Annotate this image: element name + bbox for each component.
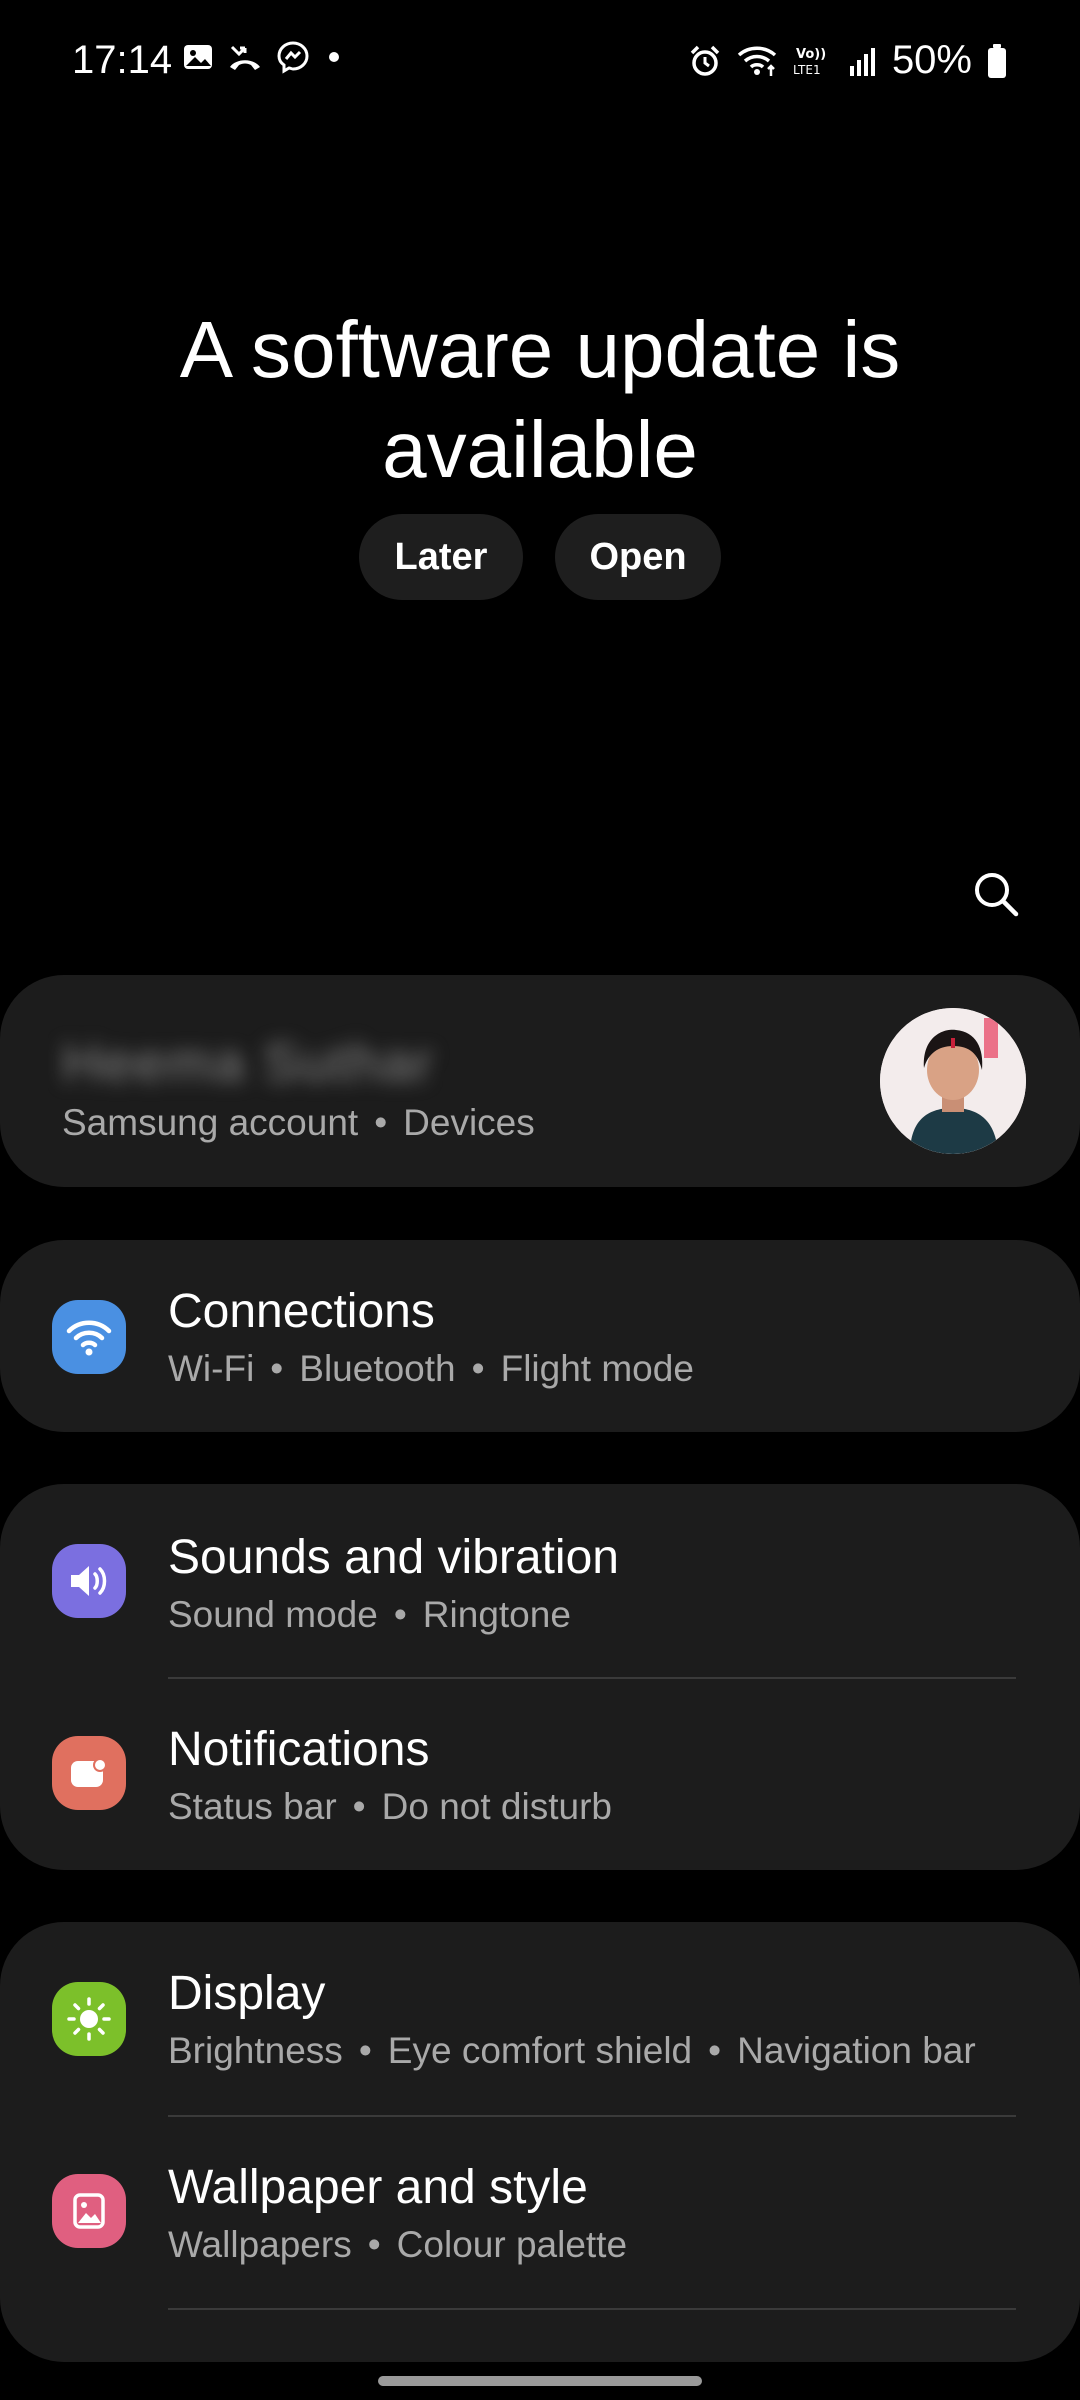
wallpaper-subtitle: Wallpapers • Colour palette <box>168 2224 628 2265</box>
connections-title: Connections <box>168 1285 435 1338</box>
wifi-icon <box>736 44 778 78</box>
display-sub-eye-comfort: Eye comfort shield <box>387 2030 693 2071</box>
settings-item-themes[interactable]: Themes <box>0 2310 1080 2362</box>
settings-item-display[interactable]: Display Brightness • Eye comfort shield • Na… <box>0 1922 1080 2114</box>
brightness-icon <box>52 1982 126 2056</box>
sounds-subtitle: Sound mode • Ringtone <box>168 1594 571 1635</box>
update-actions: Later Open <box>0 514 1080 600</box>
messenger-icon <box>276 40 310 74</box>
battery-icon <box>986 43 1008 79</box>
connections-sub-bluetooth: Bluetooth <box>299 1348 456 1389</box>
notifications-sub-statusbar: Status bar <box>168 1786 337 1827</box>
battery-percent: 50% <box>891 38 972 82</box>
status-left-icons <box>182 40 344 74</box>
status-time: 17:14 <box>72 38 173 82</box>
notification-icon <box>52 1736 126 1810</box>
notifications-title: Notifications <box>168 1723 430 1776</box>
notifications-subtitle: Status bar • Do not disturb <box>168 1786 612 1827</box>
search-icon <box>975 873 1019 917</box>
volte-icon: Vo)) LTE1 <box>792 44 834 78</box>
signal-icon <box>848 44 878 78</box>
account-name: Heema Suthar <box>62 1033 435 1093</box>
wallpaper-sub-palette: Colour palette <box>396 2224 628 2265</box>
alarm-icon <box>688 44 722 78</box>
search-button[interactable] <box>960 858 1032 930</box>
sounds-sub-mode: Sound mode <box>168 1594 378 1635</box>
svg-text:Vo)): Vo)) <box>796 47 826 62</box>
themes-title: Themes <box>168 2354 341 2362</box>
dot-icon <box>324 41 344 73</box>
missed-call-icon <box>228 41 262 73</box>
avatar[interactable] <box>880 1008 1026 1154</box>
later-button[interactable]: Later <box>359 514 523 600</box>
sounds-title: Sounds and vibration <box>168 1531 619 1584</box>
display-title: Display <box>168 1967 326 2020</box>
open-button[interactable]: Open <box>555 514 721 600</box>
settings-item-sounds[interactable]: Sounds and vibration Sound mode • Ringtone <box>0 1484 1080 1676</box>
account-subtitle: Samsung account • Devices <box>62 1102 535 1143</box>
connections-sub-wifi: Wi-Fi <box>168 1348 255 1389</box>
wallpaper-icon <box>52 2174 126 2248</box>
notifications-sub-dnd: Do not disturb <box>381 1786 612 1827</box>
update-title-line1: A software update is <box>179 305 901 394</box>
speaker-icon <box>52 1544 126 1618</box>
connections-icon <box>52 1300 126 1374</box>
svg-text:LTE1: LTE1 <box>793 63 821 77</box>
wallpaper-sub-wallpapers: Wallpapers <box>168 2224 352 2265</box>
wallpaper-title: Wallpaper and style <box>168 2161 588 2214</box>
settings-item-connections[interactable]: Connections Wi-Fi • Bluetooth • Flight mode <box>0 1240 1080 1432</box>
status-bar: 17:14 Vo)) LTE1 50% <box>0 0 1080 120</box>
display-subtitle: Brightness • Eye comfort shield • Navigation… <box>168 2030 976 2071</box>
sounds-sub-ringtone: Ringtone <box>422 1594 571 1635</box>
account-sub-devices: Devices <box>403 1102 535 1143</box>
settings-item-notifications[interactable]: Notifications Status bar • Do not disturb <box>0 1678 1080 1870</box>
display-sub-brightness: Brightness <box>168 2030 343 2071</box>
account-sub-samsung: Samsung account <box>62 1102 359 1143</box>
home-indicator[interactable] <box>378 2376 702 2386</box>
status-right-icons: Vo)) LTE1 50% <box>688 38 1008 83</box>
gallery-icon <box>182 41 214 73</box>
display-wallpaper-card: Display Brightness • Eye comfort shield • Na… <box>0 1922 1080 2362</box>
update-title: A software update is available <box>0 300 1080 500</box>
settings-item-wallpaper[interactable]: Wallpaper and style Wallpapers • Colour pa… <box>0 2116 1080 2308</box>
display-sub-navigation: Navigation bar <box>737 2030 976 2071</box>
connections-subtitle: Wi-Fi • Bluetooth • Flight mode <box>168 1348 694 1389</box>
connections-sub-flight: Flight mode <box>500 1348 694 1389</box>
update-title-line2: available <box>382 405 698 494</box>
